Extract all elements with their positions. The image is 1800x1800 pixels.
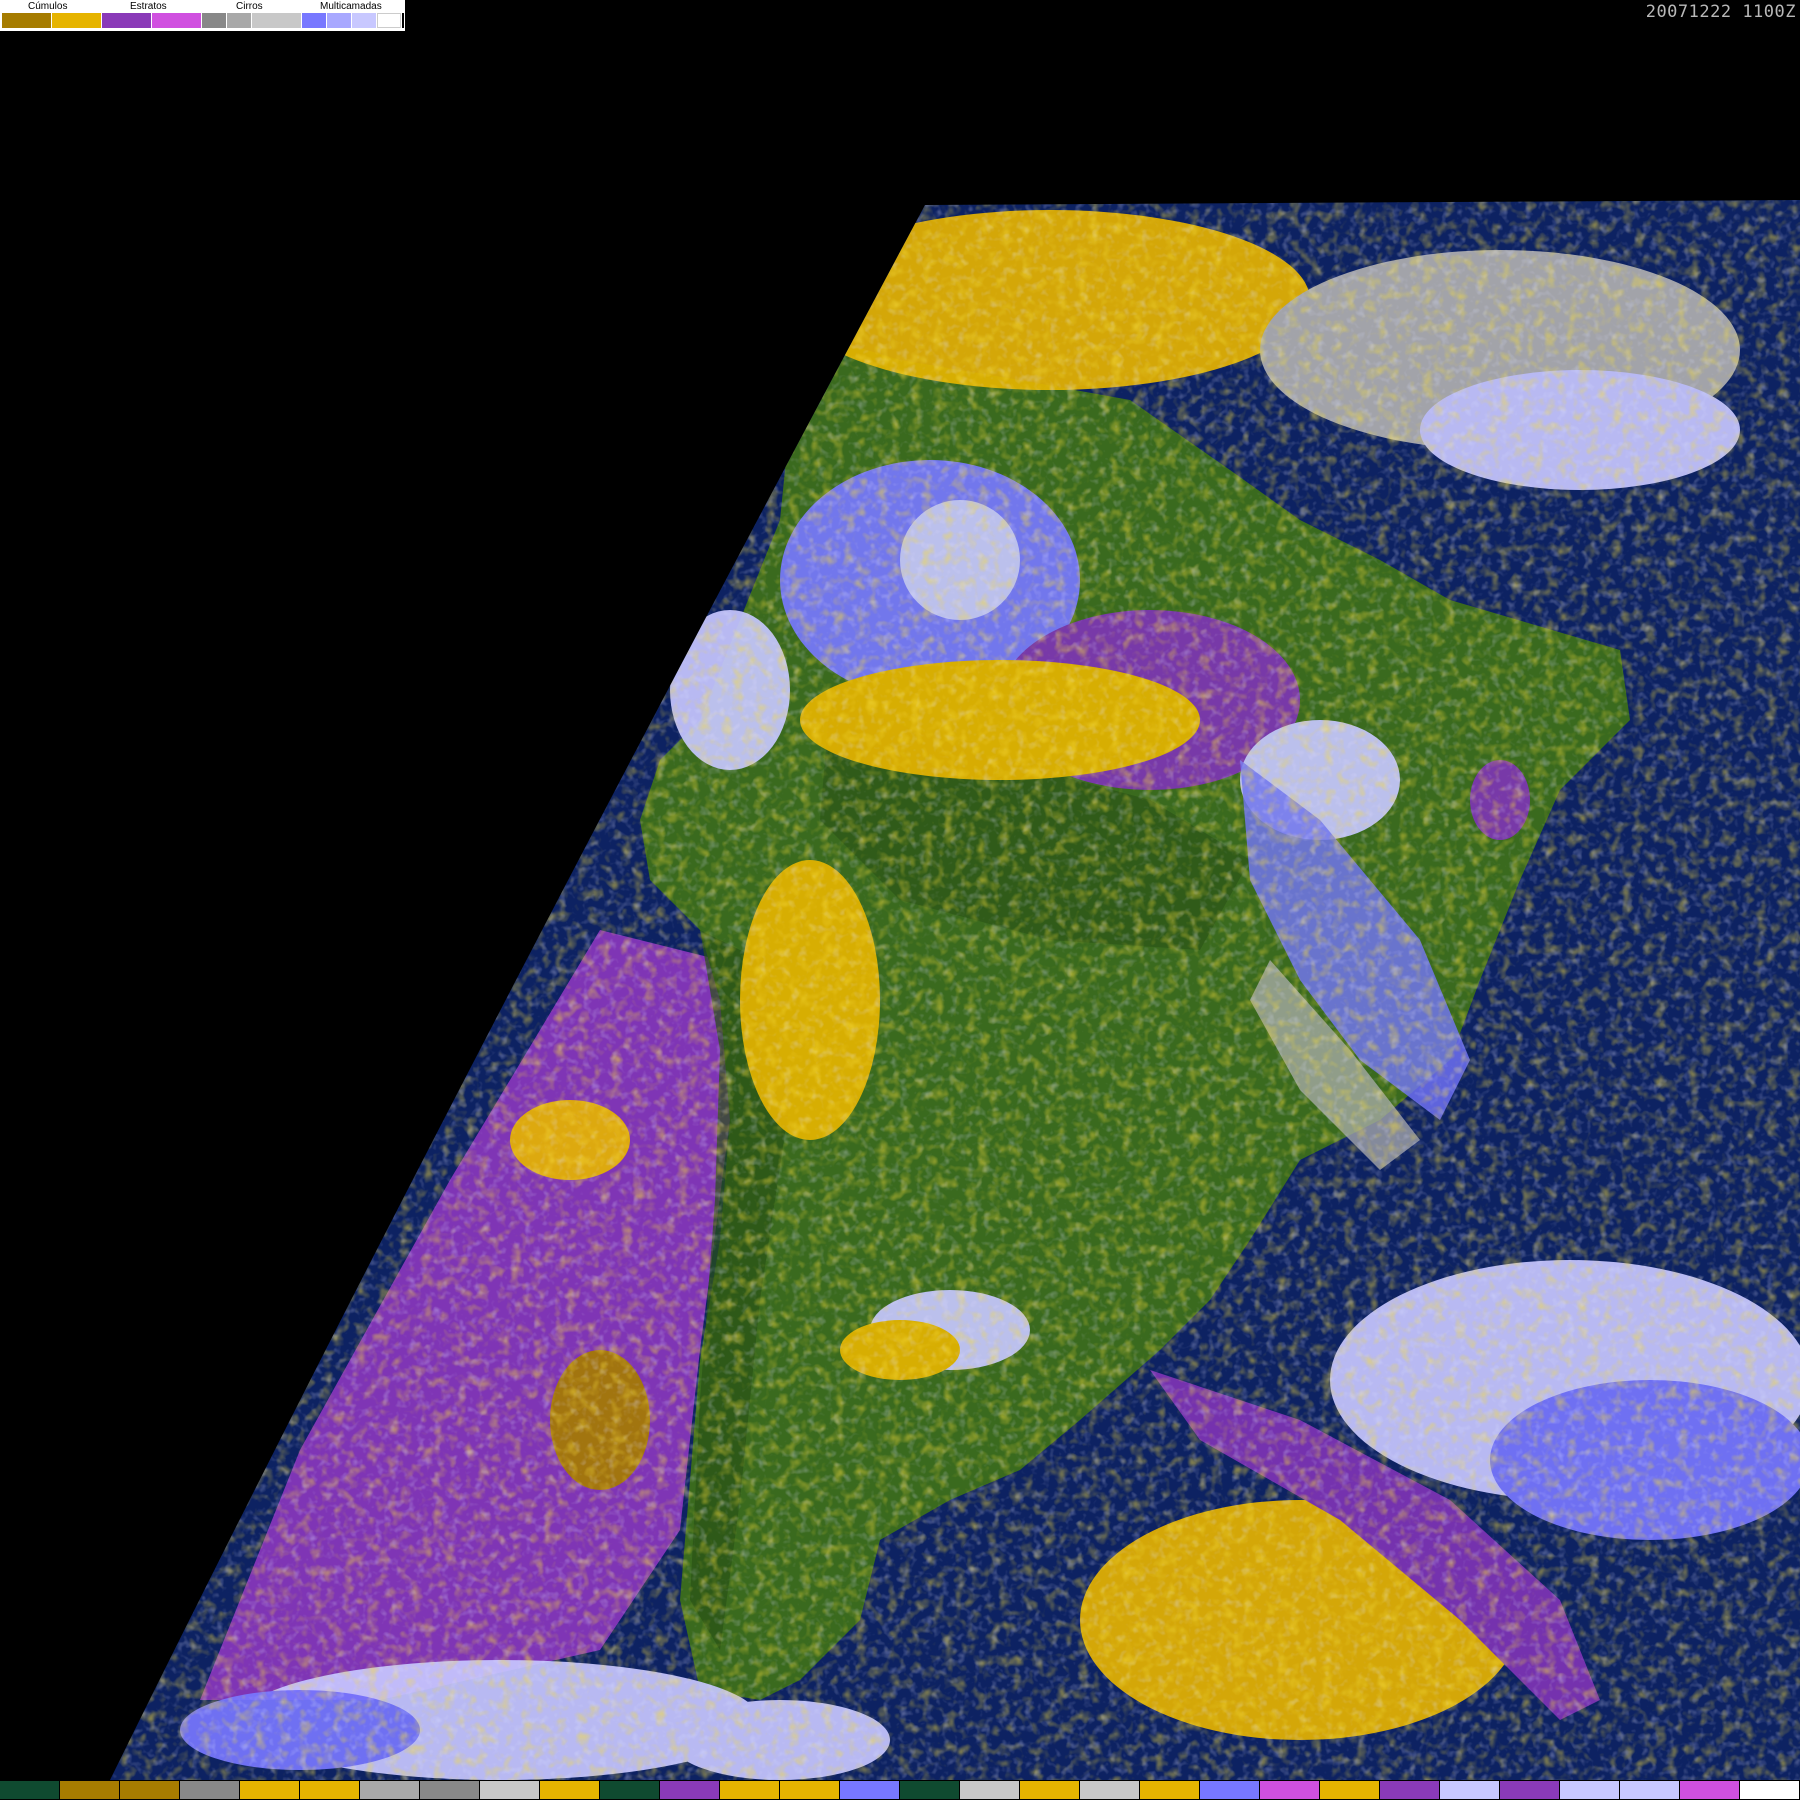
legend-swatch	[302, 13, 326, 28]
legend-swatch	[327, 13, 351, 28]
legend-swatch	[52, 13, 101, 28]
bottom-bar-cell	[1140, 1781, 1199, 1799]
bottom-bar-cell	[1260, 1781, 1319, 1799]
bottom-bar-cell	[840, 1781, 899, 1799]
bottom-bar-cell	[180, 1781, 239, 1799]
legend-swatch	[202, 13, 226, 28]
legend-label-multicamadas: Multicamadas	[320, 1, 382, 12]
bottom-bar-cell	[1020, 1781, 1079, 1799]
cloud-speckle-overlay	[110, 200, 1800, 1780]
bottom-bar-cell	[240, 1781, 299, 1799]
bottom-bar-cell	[1680, 1781, 1739, 1799]
legend-label-cumulos: Cúmulos	[28, 1, 68, 12]
bottom-bar-cell	[960, 1781, 1019, 1799]
bottom-bar-cell	[540, 1781, 599, 1799]
legend-swatch	[227, 13, 251, 28]
bottom-bar-cell	[1560, 1781, 1619, 1799]
bottom-bar-cell	[600, 1781, 659, 1799]
bottom-bar-cell	[660, 1781, 719, 1799]
bottom-bar-cell	[120, 1781, 179, 1799]
bottom-bar-cell	[0, 1781, 59, 1799]
bottom-bar-cell	[720, 1781, 779, 1799]
bottom-bar-cell	[300, 1781, 359, 1799]
legend-label-estratos: Estratos	[130, 1, 167, 12]
bottom-bar-cell	[1320, 1781, 1379, 1799]
legend-swatch	[152, 13, 201, 28]
legend-swatch	[102, 13, 151, 28]
bottom-color-bar	[0, 1780, 1800, 1800]
bottom-bar-cell	[1440, 1781, 1499, 1799]
bottom-bar-cell	[780, 1781, 839, 1799]
bottom-bar-cell	[1080, 1781, 1139, 1799]
legend-swatch	[2, 13, 51, 28]
satellite-cloud-map	[110, 200, 1800, 1780]
image-timestamp: 20071222 1100Z	[1645, 2, 1796, 22]
cloud-type-legend: Cúmulos Estratos Cirros Multicamadas	[0, 0, 405, 31]
bottom-bar-cell	[1380, 1781, 1439, 1799]
bottom-bar-cell	[1500, 1781, 1559, 1799]
bottom-bar-cell	[1620, 1781, 1679, 1799]
legend-swatch	[252, 13, 301, 28]
bottom-bar-cell	[1740, 1781, 1799, 1799]
legend-swatch	[377, 13, 401, 28]
legend-label-cirros: Cirros	[236, 1, 263, 12]
legend-swatch	[352, 13, 376, 28]
bottom-bar-cell	[480, 1781, 539, 1799]
bottom-bar-cell	[1200, 1781, 1259, 1799]
bottom-bar-cell	[900, 1781, 959, 1799]
bottom-bar-cell	[360, 1781, 419, 1799]
legend-end-tick	[402, 13, 404, 28]
bottom-bar-cell	[420, 1781, 479, 1799]
bottom-bar-cell	[60, 1781, 119, 1799]
